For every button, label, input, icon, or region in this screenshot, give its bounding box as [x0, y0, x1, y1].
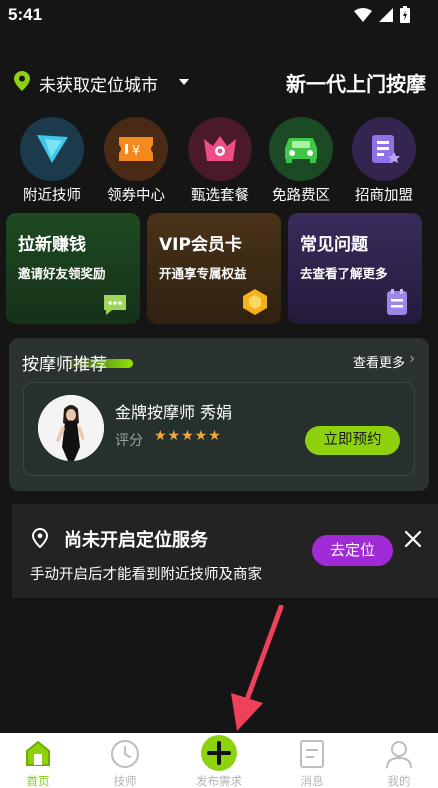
car-icon: [269, 117, 333, 181]
signal-icon: [379, 7, 393, 22]
app-slogan: 新一代上门按摩: [286, 72, 426, 96]
avatar[interactable]: [38, 395, 104, 461]
promo-card-invite[interactable]: 拉新赚钱 邀请好友领奖励: [6, 213, 140, 324]
book-now-button[interactable]: 立即预约: [305, 426, 400, 455]
profile-icon: [386, 741, 412, 769]
chat-bubble-icon: [104, 295, 126, 315]
coupon-icon: ¥: [104, 117, 168, 181]
clock-icon: [111, 740, 139, 768]
svg-text:¥: ¥: [132, 144, 140, 159]
promo-title: VIP会员卡: [159, 235, 242, 255]
quick-nav-free-travel-zone[interactable]: 免路费区: [258, 117, 344, 205]
quick-nav-label: 免路费区: [272, 188, 330, 204]
chevron-down-icon[interactable]: [179, 79, 189, 85]
message-icon: [300, 740, 324, 768]
tab-technicians[interactable]: 技师: [81, 733, 169, 788]
quick-nav-coupon-center[interactable]: ¥ 领券中心: [93, 117, 179, 205]
play-icon: [20, 117, 84, 181]
banner-title: 尚未开启定位服务: [64, 530, 208, 551]
rating-stars: ★★★★★: [154, 428, 222, 444]
tab-home[interactable]: 首页: [0, 733, 82, 788]
close-icon[interactable]: [402, 528, 424, 550]
location-service-banner: 尚未开启定位服务 手动开启后才能看到附近技师及商家 去定位: [12, 504, 438, 598]
quick-nav-franchise[interactable]: 招商加盟: [341, 117, 427, 205]
location-row: 未获取定位城市 新一代上门按摩: [14, 68, 426, 96]
quick-nav-label: 领券中心: [107, 188, 165, 204]
quick-nav-selected-packages[interactable]: 甄选套餐: [177, 117, 263, 205]
technician-card[interactable]: 金牌按摩师 秀娟 评分 ★★★★★ 立即预约: [23, 382, 415, 476]
technician-recommend-panel: 按摩师推荐 查看更多 › 金牌按摩师 秀娟 评分 ★★★★★ 立即预约: [9, 338, 429, 491]
quick-nav-nearby-technicians[interactable]: 附近技师: [9, 117, 95, 205]
city-selector[interactable]: 未获取定位城市: [39, 71, 158, 96]
home-icon: [26, 740, 50, 766]
promo-card-vip[interactable]: VIP会员卡 开通享专属权益: [147, 213, 281, 324]
crown-icon: [188, 117, 252, 181]
notebook-icon: [387, 289, 407, 315]
promo-subtitle: 邀请好友领奖励: [18, 266, 106, 281]
promo-card-faq[interactable]: 常见问题 去查看了解更多: [288, 213, 422, 324]
quick-nav: 附近技师 ¥ 领券中心 甄选套餐 免路费区 招商加盟: [0, 117, 438, 207]
quick-nav-label: 招商加盟: [355, 188, 413, 204]
quick-nav-label: 甄选套餐: [191, 188, 249, 204]
tab-post-request[interactable]: 发布需求: [175, 733, 263, 788]
technician-name: 金牌按摩师 秀娟: [115, 403, 233, 422]
annotation-arrow-icon: [231, 605, 284, 731]
rating-label: 评分: [115, 433, 143, 449]
battery-icon: [400, 6, 410, 23]
tab-label: 技师: [113, 774, 137, 788]
tab-label: 消息: [300, 774, 324, 788]
plus-icon: [201, 735, 237, 771]
chevron-right-icon[interactable]: ›: [409, 351, 415, 367]
wifi-icon: [354, 7, 372, 22]
promo-subtitle: 去查看了解更多: [300, 266, 388, 281]
quick-nav-label: 附近技师: [23, 188, 81, 204]
view-more-link[interactable]: 查看更多: [353, 352, 405, 371]
promo-title: 拉新赚钱: [18, 235, 86, 255]
tab-label: 发布需求: [196, 774, 242, 788]
tab-messages[interactable]: 消息: [268, 733, 356, 788]
vip-badge-icon: [243, 289, 267, 315]
status-icons: [354, 6, 410, 23]
bottom-tab-bar: 首页 技师 发布需求 消息 我的: [0, 733, 438, 788]
status-bar: 5:41: [0, 0, 438, 30]
promo-title: 常见问题: [300, 235, 368, 255]
tab-profile[interactable]: 我的: [355, 733, 438, 788]
tab-label: 首页: [26, 774, 50, 788]
section-title: 按摩师推荐: [22, 355, 107, 375]
promo-subtitle: 开通享专属权益: [159, 266, 247, 281]
tab-label: 我的: [387, 774, 411, 788]
enable-location-button[interactable]: 去定位: [312, 535, 393, 566]
status-time: 5:41: [8, 5, 43, 24]
location-pin-icon: [32, 528, 48, 548]
banner-text: 手动开启后才能看到附近技师及商家: [30, 567, 262, 583]
location-pin-icon: [14, 71, 30, 91]
document-star-icon: [352, 117, 416, 181]
